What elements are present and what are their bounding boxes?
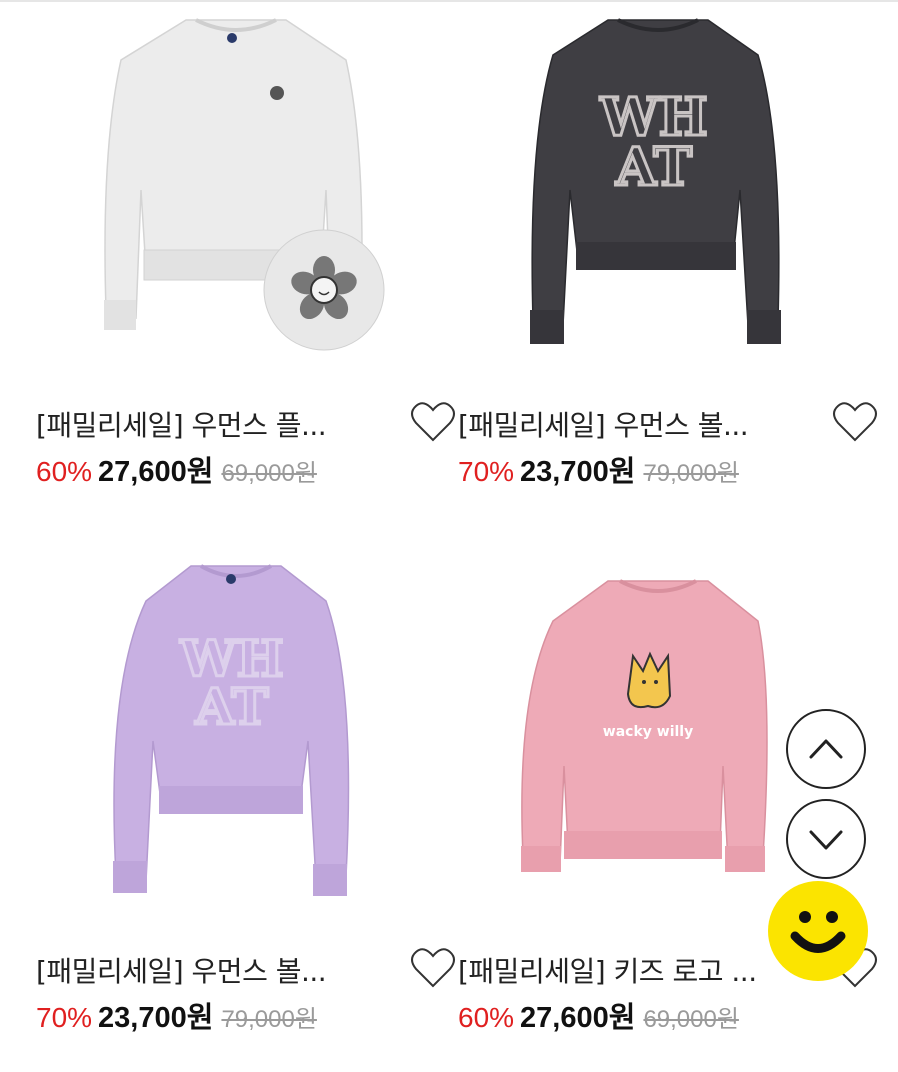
product-title[interactable]: [패밀리세일] 우먼스 플... — [36, 404, 376, 444]
product-title[interactable]: [패밀리세일] 우먼스 볼... — [36, 950, 376, 990]
chevron-down-icon — [809, 830, 843, 850]
product-card[interactable]: [패밀리세일] 우먼스 플... 60% 27,600원 69,000원 — [36, 0, 456, 500]
product-image[interactable]: WH AT — [36, 546, 456, 916]
product-title[interactable]: [패밀리세일] 우먼스 볼... — [458, 404, 798, 444]
discount-rate: 60% — [458, 1002, 515, 1033]
print-text: wacky willy — [603, 724, 693, 740]
print-text: AT — [615, 137, 693, 198]
heart-outline-icon[interactable] — [410, 946, 456, 990]
print-text: AT — [194, 677, 268, 736]
sale-price: 27,600원 — [520, 1002, 636, 1034]
product-image[interactable]: WH AT — [458, 0, 878, 370]
chevron-up-icon — [809, 739, 843, 759]
product-image[interactable] — [36, 0, 456, 370]
product-card[interactable]: WH AT [패밀리세일] 우먼스 볼... 70% 23,700원 79,000원 — [36, 546, 456, 1046]
discount-rate: 70% — [458, 456, 515, 487]
price-row: 60% 27,600원 69,000원 — [36, 452, 317, 492]
smile-chat-icon — [790, 911, 846, 953]
product-title[interactable]: [패밀리세일] 키즈 로고 ... — [458, 950, 798, 990]
original-price: 69,000원 — [643, 1006, 739, 1033]
discount-rate: 60% — [36, 456, 93, 487]
chatbot-button[interactable] — [768, 881, 868, 981]
price-row: 70% 23,700원 79,000원 — [36, 998, 317, 1038]
original-price: 69,000원 — [221, 460, 317, 487]
product-card[interactable]: WH AT [패밀리세일] 우먼스 볼... 70% 23,700원 79,000원 — [458, 0, 878, 500]
original-price: 79,000원 — [643, 460, 739, 487]
scroll-bottom-button[interactable] — [786, 799, 866, 879]
sale-price: 27,600원 — [98, 456, 214, 488]
original-price: 79,000원 — [221, 1006, 317, 1033]
sale-price: 23,700원 — [520, 456, 636, 488]
price-row: 60% 27,600원 69,000원 — [458, 998, 739, 1038]
price-row: 70% 23,700원 79,000원 — [458, 452, 739, 492]
scroll-top-button[interactable] — [786, 709, 866, 789]
heart-outline-icon[interactable] — [832, 400, 878, 444]
discount-rate: 70% — [36, 1002, 93, 1033]
heart-outline-icon[interactable] — [410, 400, 456, 444]
sale-price: 23,700원 — [98, 1002, 214, 1034]
